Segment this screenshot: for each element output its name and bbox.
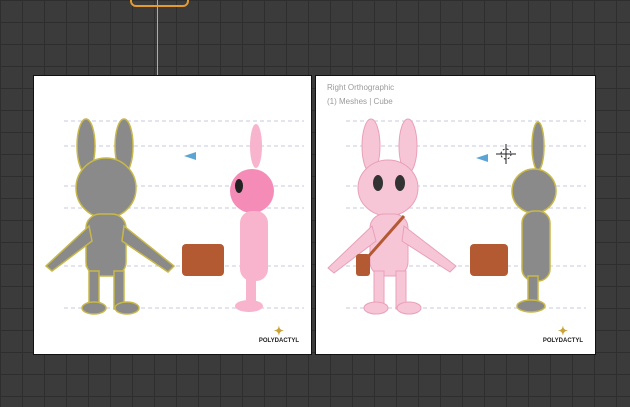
viewport-view-label: Right Orthographic <box>327 83 395 92</box>
reference-image-front <box>44 118 304 315</box>
axis-line <box>157 0 158 75</box>
selected-object-outline[interactable] <box>130 0 189 7</box>
pink-bunny-front <box>327 118 457 315</box>
reference-image-right <box>327 118 586 315</box>
front-viewport[interactable]: ✦ POLYDACTYL <box>33 75 312 355</box>
polydactyl-logo: ✦ POLYDACTYL <box>542 324 583 344</box>
bag-front <box>470 244 508 276</box>
cap-side <box>184 152 196 160</box>
bag-front <box>182 244 224 276</box>
3d-cursor <box>496 144 516 164</box>
polydactyl-logo: ✦ POLYDACTYL <box>258 324 299 344</box>
viewport-stats: (1) Meshes | Cube <box>327 97 393 106</box>
pink-bunny-side <box>230 124 274 312</box>
gray-bunny-model <box>44 118 176 315</box>
right-viewport[interactable]: Right Orthographic (1) Meshes | Cube ✦ PO… <box>315 75 596 355</box>
gray-bunny-side <box>511 121 557 313</box>
